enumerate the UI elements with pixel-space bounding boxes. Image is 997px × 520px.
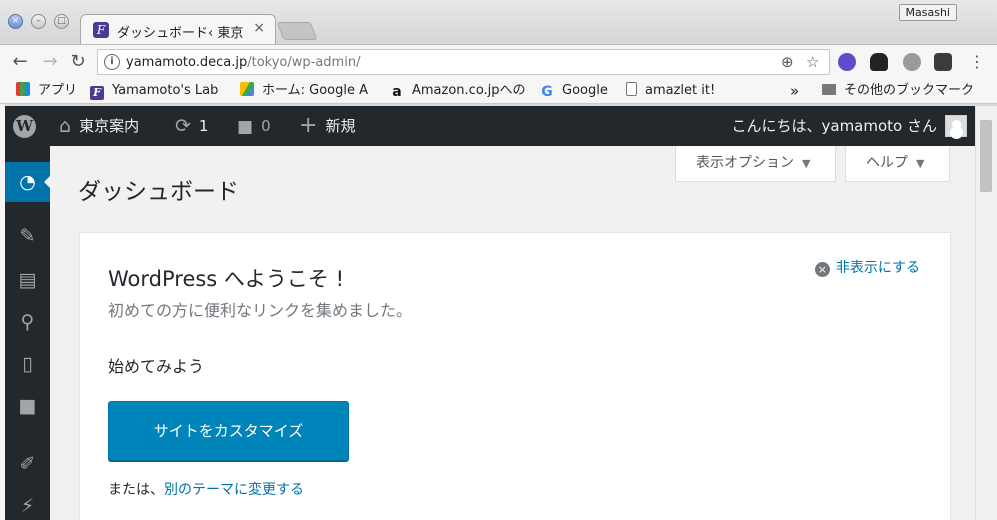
- change-theme-link[interactable]: 別のテーマに変更する: [164, 482, 304, 498]
- menu-media[interactable]: ▤: [5, 262, 50, 298]
- window-minimize-button[interactable]: –: [31, 14, 46, 29]
- wp-content: 表示オプション ▼ ヘルプ ▼ ダッシュボード WordPress へようこそ ! …: [50, 146, 975, 520]
- extension-evernote-icon[interactable]: [934, 53, 952, 71]
- help-button[interactable]: ヘルプ ▼: [845, 146, 950, 182]
- browser-toolbar: ← → ↻ i yamamoto.deca.jp/tokyo/wp-admin/…: [0, 44, 997, 78]
- dismiss-x-icon: ×: [814, 262, 830, 277]
- menu-appearance[interactable]: ✐: [5, 446, 50, 482]
- admin-bar-comments[interactable]: ■ 0: [237, 106, 271, 146]
- get-started-heading: 始めてみよう: [108, 357, 205, 376]
- bookmark-apps[interactable]: アプリ: [16, 82, 77, 100]
- comment-icon: ■: [237, 117, 254, 137]
- caret-down-icon: ▼: [916, 157, 925, 170]
- extension-puzzle-icon[interactable]: [903, 53, 921, 71]
- bookmark-star-icon[interactable]: ☆: [806, 53, 819, 71]
- folder-icon: [822, 84, 836, 95]
- bookmarks-overflow-button[interactable]: »: [790, 82, 799, 100]
- caret-down-icon: ▼: [802, 157, 811, 170]
- url-path: /tokyo/wp-admin/: [247, 55, 361, 70]
- menu-dashboard[interactable]: ◔: [5, 162, 50, 202]
- scrollbar-thumb[interactable]: [980, 120, 992, 192]
- comments-icon: ■: [18, 395, 37, 417]
- back-icon[interactable]: ←: [8, 50, 32, 74]
- wp-admin-menu: ◔ ✎ ▤ ⚲ ▯ ■ ✐ ⚡: [5, 146, 50, 520]
- page-icon: [626, 82, 637, 96]
- bookmark-item[interactable]: G Google: [540, 82, 608, 100]
- tab-close-icon[interactable]: ×: [253, 20, 265, 36]
- menu-plugins[interactable]: ⚡: [5, 488, 50, 520]
- google-drive-icon: [240, 82, 254, 96]
- tab-title: ダッシュボード‹ 東京: [117, 26, 244, 41]
- customize-site-button[interactable]: サイトをカスタマイズ: [108, 401, 349, 461]
- forward-icon[interactable]: →: [38, 50, 62, 74]
- admin-bar-my-account[interactable]: こんにちは、yamamoto さん: [732, 106, 967, 146]
- window-close-button[interactable]: ×: [8, 14, 23, 29]
- welcome-panel: WordPress へようこそ ! 初めての方に便利なリンクを集めました。 × 非…: [79, 232, 951, 520]
- plus-icon: +: [299, 113, 318, 138]
- zoom-icon[interactable]: ⊕: [781, 53, 794, 71]
- browser-titlebar: × – □ F ダッシュボード‹ 東京 × Masashi: [0, 0, 997, 44]
- welcome-dismiss-link[interactable]: × 非表示にする: [814, 257, 920, 277]
- menu-posts[interactable]: ✎: [5, 218, 50, 254]
- wordpress-logo-icon[interactable]: W: [13, 115, 36, 138]
- google-icon: G: [541, 84, 553, 100]
- bookmark-item[interactable]: a Amazon.co.jpへの: [390, 82, 526, 100]
- pages-icon: ▯: [22, 353, 33, 375]
- bookmark-item[interactable]: F Yamamoto's Lab: [90, 82, 226, 100]
- url-host: yamamoto.deca.jp: [126, 55, 248, 70]
- browser-tab-active[interactable]: F ダッシュボード‹ 東京 ×: [80, 14, 276, 44]
- media-icon: ▤: [18, 269, 37, 291]
- extension-globe-icon[interactable]: [838, 53, 856, 71]
- welcome-subtitle: 初めての方に便利なリンクを集めました。: [108, 301, 413, 320]
- alternate-theme-text: または、別のテーマに変更する: [108, 482, 304, 498]
- menu-comments[interactable]: ■: [5, 388, 50, 424]
- screen-options-button[interactable]: 表示オプション ▼: [675, 146, 836, 182]
- extension-cloud-icon[interactable]: [870, 53, 888, 71]
- bookmark-item[interactable]: ホーム: Google A: [240, 82, 376, 100]
- links-icon: ⚲: [20, 311, 35, 333]
- browser-menu-icon[interactable]: ⋮: [965, 50, 989, 74]
- apps-grid-icon: [16, 82, 30, 96]
- plug-icon: ⚡: [20, 495, 35, 517]
- url-text[interactable]: yamamoto.deca.jp/tokyo/wp-admin/: [126, 55, 360, 70]
- admin-bar-new[interactable]: + 新規: [299, 106, 355, 146]
- pin-icon: ✎: [19, 225, 36, 247]
- site-info-icon[interactable]: i: [104, 54, 120, 70]
- menu-links[interactable]: ⚲: [5, 304, 50, 340]
- bookmark-other-folder[interactable]: その他のブックマーク: [822, 82, 974, 100]
- home-icon: ⌂: [59, 115, 72, 137]
- page-title: ダッシュボード: [78, 179, 239, 205]
- amazon-icon: a: [392, 84, 402, 100]
- page-scrollbar[interactable]: [975, 106, 997, 520]
- updates-icon: ⟳: [175, 115, 191, 137]
- bookmarks-bar: アプリ F Yamamoto's Lab ホーム: Google A a Amazo…: [0, 78, 997, 104]
- new-tab-button[interactable]: [276, 22, 318, 40]
- site-favicon-icon: F: [93, 22, 109, 38]
- wp-admin-bar: W ⌂ 東京案内 ⟳ 1 ■ 0 + 新規 こんにちは、yamamoto さん: [5, 106, 975, 146]
- menu-pages[interactable]: ▯: [5, 346, 50, 382]
- dashboard-gauge-icon: ◔: [19, 171, 36, 193]
- brush-icon: ✐: [19, 453, 36, 475]
- avatar: [945, 115, 967, 137]
- welcome-title: WordPress へようこそ !: [108, 267, 345, 291]
- address-bar[interactable]: i yamamoto.deca.jp/tokyo/wp-admin/ ⊕ ☆: [97, 49, 830, 75]
- window-maximize-button[interactable]: □: [54, 14, 69, 29]
- profile-button[interactable]: Masashi: [898, 4, 957, 21]
- purple-f-icon: F: [90, 86, 104, 100]
- bookmark-item[interactable]: amazlet it!: [626, 82, 715, 100]
- reload-icon[interactable]: ↻: [66, 50, 90, 74]
- admin-bar-site-name[interactable]: ⌂ 東京案内: [59, 106, 139, 146]
- admin-bar-updates[interactable]: ⟳ 1: [175, 106, 208, 146]
